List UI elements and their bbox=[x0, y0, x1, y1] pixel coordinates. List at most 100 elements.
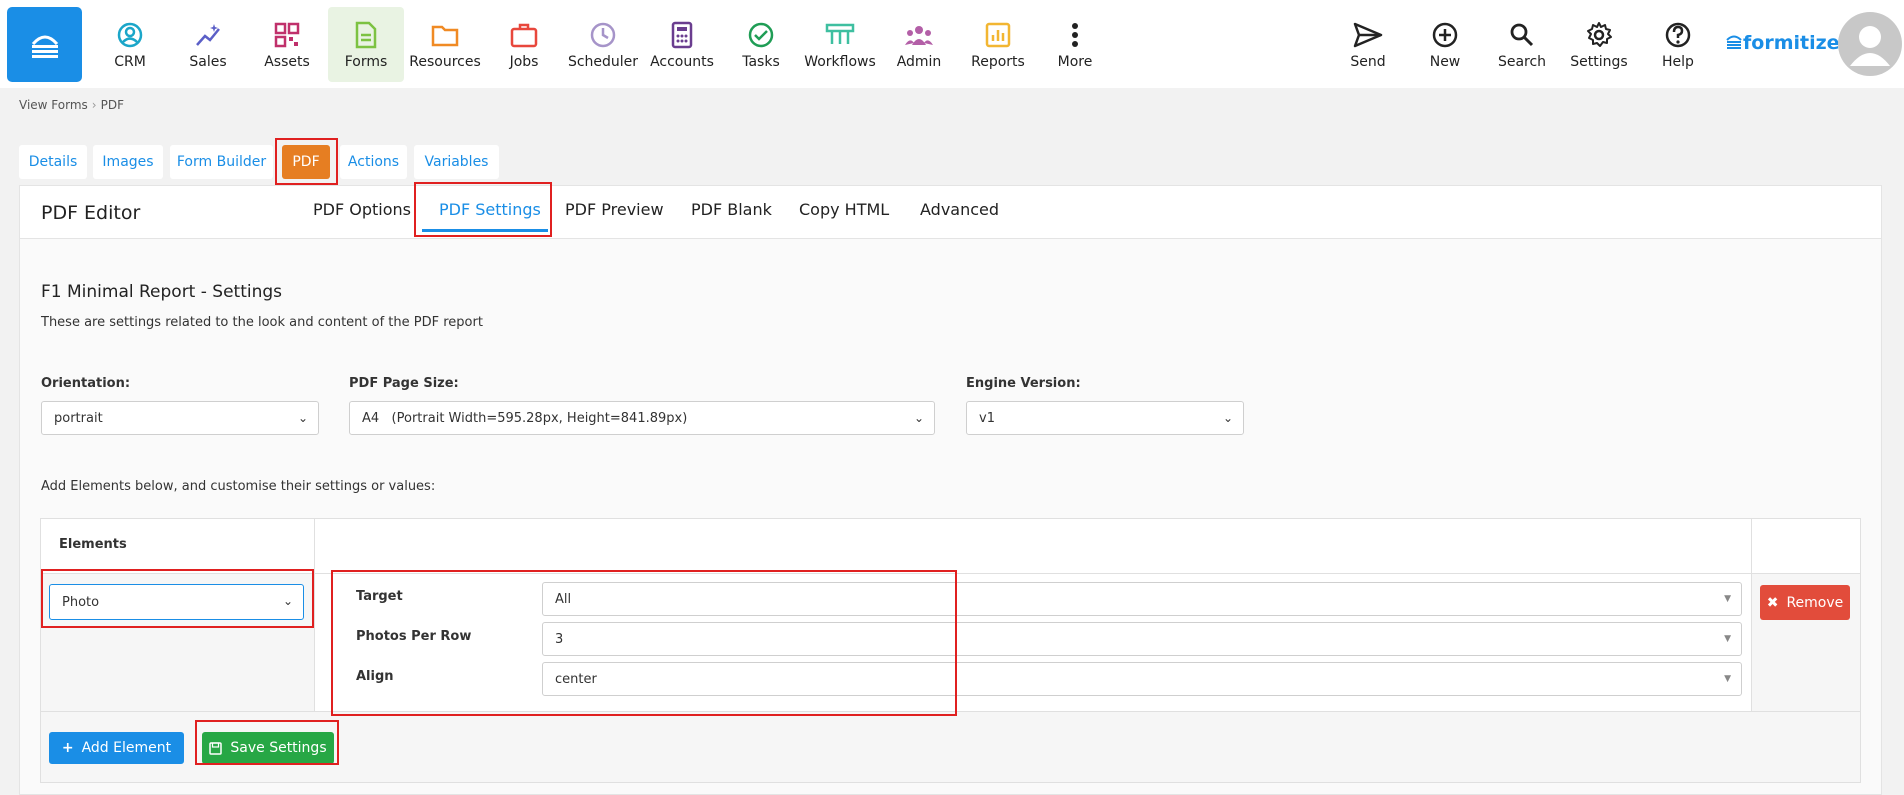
brand-name: formitize bbox=[1743, 32, 1840, 54]
orientation-label: Orientation: bbox=[41, 376, 131, 391]
formitize-logo[interactable]: formitize bbox=[1725, 32, 1840, 54]
nav-label: Send bbox=[1350, 54, 1386, 70]
nav-jobs[interactable]: Jobs bbox=[486, 7, 562, 82]
highlight-save-settings bbox=[195, 720, 339, 765]
formitize-logo-icon bbox=[1726, 35, 1742, 49]
reports-icon bbox=[985, 22, 1011, 48]
chevron-down-icon: ⌄ bbox=[913, 411, 924, 425]
scheduler-icon bbox=[590, 22, 616, 48]
settings-heading: F1 Minimal Report - Settings bbox=[41, 282, 283, 302]
nav-resources[interactable]: Resources bbox=[407, 7, 483, 82]
panel-title: PDF Editor bbox=[41, 202, 141, 224]
nav-more[interactable]: More bbox=[1037, 7, 1113, 82]
nav-label: Jobs bbox=[509, 54, 539, 70]
nav-accounts[interactable]: Accounts bbox=[644, 7, 720, 82]
nav-crm[interactable]: CRM bbox=[92, 7, 168, 82]
nav-assets[interactable]: Assets bbox=[249, 7, 325, 82]
engine-value: v1 bbox=[979, 410, 995, 426]
nav-tasks[interactable]: Tasks bbox=[723, 7, 799, 82]
remove-button[interactable]: ✖ Remove bbox=[1760, 585, 1850, 620]
elements-intro: Add Elements below, and customise their … bbox=[41, 479, 436, 494]
column-divider bbox=[1751, 519, 1752, 711]
plus-circle-icon bbox=[1432, 22, 1458, 48]
add-element-button[interactable]: + Add Element bbox=[49, 732, 184, 764]
chevron-down-icon: ⌄ bbox=[297, 411, 308, 425]
breadcrumb-separator: › bbox=[91, 98, 97, 112]
page-size-value: A4 (Portrait Width=595.28px, Height=841.… bbox=[362, 410, 688, 426]
gear-icon bbox=[1587, 22, 1612, 47]
nav-label: More bbox=[1057, 54, 1093, 70]
tab-pdf-preview[interactable]: PDF Preview bbox=[565, 200, 664, 219]
send-icon bbox=[1353, 22, 1383, 48]
nav-label: Search bbox=[1497, 54, 1547, 70]
close-icon: ✖ bbox=[1766, 594, 1779, 611]
jobs-icon bbox=[510, 23, 538, 48]
nav-label: Accounts bbox=[650, 54, 714, 70]
nav-label: Scheduler bbox=[567, 54, 639, 70]
breadcrumb-pdf: PDF bbox=[100, 98, 124, 112]
highlight-element-select bbox=[41, 569, 314, 628]
highlight-element-settings bbox=[331, 570, 957, 716]
resources-icon bbox=[431, 25, 459, 47]
highlight-pdf-tab bbox=[275, 138, 338, 185]
breadcrumb-view-forms[interactable]: View Forms bbox=[19, 98, 88, 112]
nav-workflows[interactable]: Workflows bbox=[802, 7, 878, 82]
nav-help[interactable]: Help bbox=[1640, 7, 1716, 82]
orientation-select[interactable]: portrait ⌄ bbox=[41, 401, 319, 435]
tab-advanced[interactable]: Advanced bbox=[920, 200, 999, 219]
plus-icon: + bbox=[61, 740, 74, 756]
highlight-pdf-settings-tab bbox=[414, 182, 552, 237]
search-icon bbox=[1510, 23, 1534, 47]
tab-copy-html[interactable]: Copy HTML bbox=[799, 200, 889, 219]
tab-details[interactable]: Details bbox=[19, 145, 87, 179]
avatar[interactable] bbox=[1838, 12, 1902, 76]
nav-label: Assets bbox=[264, 54, 310, 70]
engine-label: Engine Version: bbox=[966, 376, 1081, 391]
nav-send[interactable]: Send bbox=[1330, 7, 1406, 82]
nav-reports[interactable]: Reports bbox=[960, 7, 1036, 82]
nav-label: Settings bbox=[1570, 54, 1628, 70]
assets-icon bbox=[274, 22, 300, 48]
caret-down-icon: ▼ bbox=[1724, 594, 1731, 604]
nav-forms[interactable]: Forms bbox=[328, 7, 404, 82]
home-logo-icon bbox=[31, 35, 58, 58]
nav-label: Resources bbox=[409, 54, 481, 70]
tab-variables[interactable]: Variables bbox=[414, 145, 499, 179]
tab-pdf-blank[interactable]: PDF Blank bbox=[691, 200, 772, 219]
nav-label: CRM bbox=[114, 54, 146, 70]
tasks-icon bbox=[748, 22, 774, 48]
nav-label: Sales bbox=[189, 54, 227, 70]
top-navigation: CRM Sales Assets Forms Resources Jobs Sc… bbox=[0, 0, 1904, 88]
nav-label: Reports bbox=[971, 54, 1025, 70]
page-size-select[interactable]: A4 (Portrait Width=595.28px, Height=841.… bbox=[349, 401, 935, 435]
nav-search[interactable]: Search bbox=[1484, 7, 1560, 82]
breadcrumb: View Forms › PDF bbox=[19, 98, 124, 112]
caret-down-icon: ▼ bbox=[1724, 634, 1731, 644]
nav-new[interactable]: New bbox=[1407, 7, 1483, 82]
tab-actions[interactable]: Actions bbox=[340, 145, 407, 179]
home-menu-button[interactable] bbox=[7, 7, 82, 82]
accounts-icon bbox=[671, 21, 693, 49]
nav-settings[interactable]: Settings bbox=[1561, 7, 1637, 82]
chevron-down-icon: ⌄ bbox=[1222, 411, 1233, 425]
help-icon bbox=[1665, 22, 1691, 48]
orientation-value: portrait bbox=[54, 410, 103, 426]
sales-icon bbox=[196, 24, 220, 46]
nav-label: New bbox=[1429, 54, 1461, 70]
elements-header: Elements bbox=[59, 537, 127, 552]
nav-sales[interactable]: Sales bbox=[170, 7, 246, 82]
settings-description: These are settings related to the look a… bbox=[41, 315, 483, 330]
tab-form-builder[interactable]: Form Builder bbox=[170, 145, 273, 179]
caret-down-icon: ▼ bbox=[1724, 674, 1731, 684]
engine-select[interactable]: v1 ⌄ bbox=[966, 401, 1244, 435]
tab-images[interactable]: Images bbox=[93, 145, 163, 179]
nav-admin[interactable]: Admin bbox=[881, 7, 957, 82]
user-avatar-icon bbox=[1850, 26, 1890, 66]
nav-scheduler[interactable]: Scheduler bbox=[565, 7, 641, 82]
add-element-label: Add Element bbox=[81, 740, 172, 756]
nav-label: Admin bbox=[896, 54, 942, 70]
tab-pdf-options[interactable]: PDF Options bbox=[313, 200, 411, 219]
page-size-label: PDF Page Size: bbox=[349, 376, 459, 391]
nav-label: Forms bbox=[344, 54, 388, 70]
admin-icon bbox=[905, 26, 933, 45]
